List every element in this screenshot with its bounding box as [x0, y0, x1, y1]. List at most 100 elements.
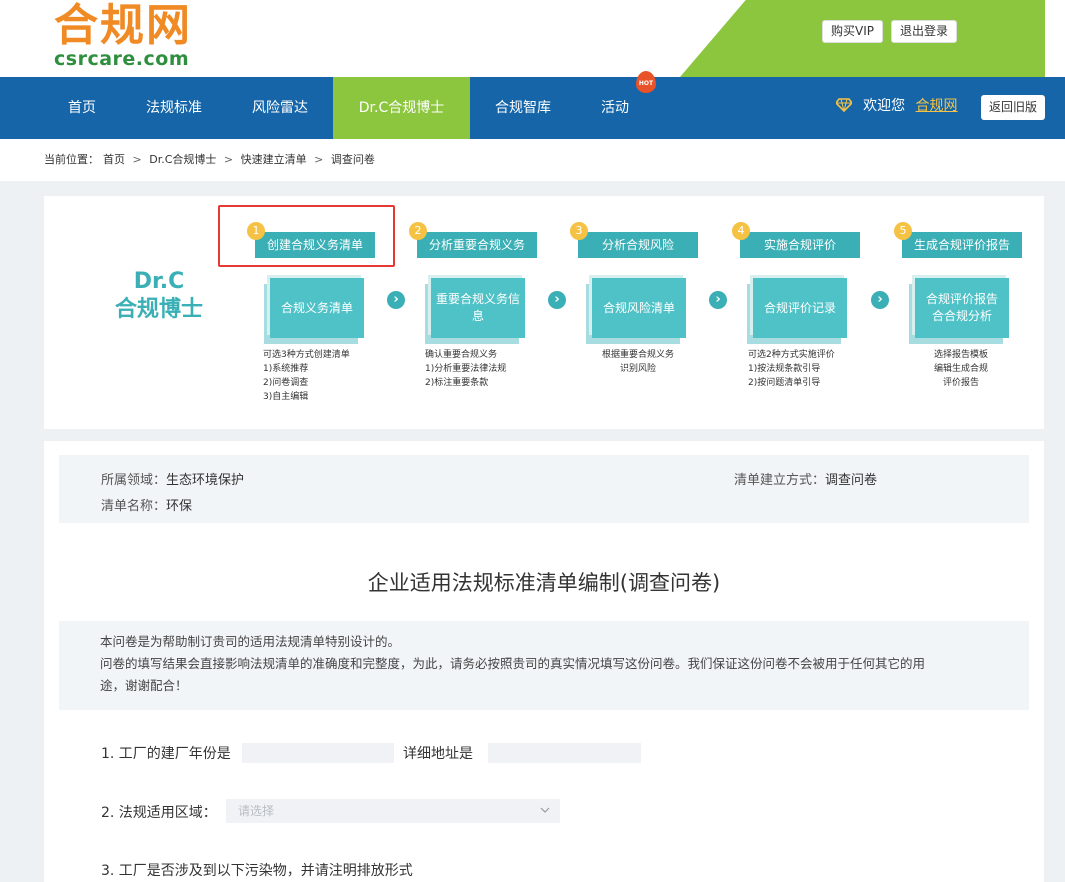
breadcrumb-separator: > — [132, 153, 142, 166]
current-step-highlight — [218, 205, 395, 267]
step-4-desc-line: 1)按法规条款引导 — [748, 364, 821, 374]
step-5-title: 生成合规评价报告 — [913, 238, 1010, 252]
questionnaire-title: 企业适用法规标准清单编制(调查问卷) — [367, 571, 721, 595]
step-1-document: 合规义务清单 — [270, 278, 364, 338]
buy-vip-button[interactable]: 购买VIP — [822, 20, 883, 43]
drc-brand-line2: 合规博士 — [114, 297, 203, 322]
intro-line: 问卷的填写结果会直接影响法规清单的准确度和完整度，为此，请务必按照贵司的真实情况… — [100, 656, 926, 671]
drc-brand: Dr.C 合规博士 — [104, 268, 214, 324]
site-header: 合规网 csrcare.com 购买VIP 退出登录 — [0, 0, 1065, 77]
nav-item-events[interactable]: 活动 HOT — [592, 71, 656, 139]
questionnaire-intro: 本问卷是为帮助制订贵司的适用法规清单特别设计的。 问卷的填写结果会直接影响法规清… — [59, 621, 1029, 710]
step-3-number: 3 — [570, 222, 588, 240]
step-5-number: 5 — [894, 222, 912, 240]
breadcrumb-item-quick-list[interactable]: 快速建立清单 — [241, 153, 307, 166]
step-2-title: 分析重要合规义务 — [428, 238, 525, 252]
meta-domain-label: 所属领域： — [101, 473, 167, 488]
meta-name-label: 清单名称： — [101, 499, 167, 514]
step-5-desc-line: 选择报告模板 — [934, 350, 989, 360]
diamond-icon — [834, 95, 857, 114]
step-3-description: 根据重要合规义务 识别风险 — [602, 348, 674, 376]
chevron-right-icon: › — [548, 291, 566, 309]
nav-item-risk-radar[interactable]: 风险雷达 — [238, 77, 322, 139]
breadcrumb-item-survey: 调查问卷 — [330, 153, 375, 166]
chevron-right-icon: › — [387, 291, 405, 309]
intro-line: 途，谢谢配合！ — [100, 678, 188, 693]
meta-name: 清单名称：环保 — [101, 495, 192, 514]
meta-method: 清单建立方式：调查问卷 — [734, 469, 877, 488]
step-5-desc-line: 编辑生成合规 — [934, 364, 989, 374]
meta-domain: 所属领域：生态环境保护 — [101, 469, 244, 488]
meta-method-label: 清单建立方式： — [734, 473, 826, 488]
meta-domain-value: 生态环境保护 — [166, 473, 245, 488]
list-meta-panel: 所属领域：生态环境保护 清单建立方式：调查问卷 清单名称：环保 — [59, 455, 1029, 523]
drc-brand-line1: Dr.C — [133, 269, 185, 294]
question-3-label: 3. 工厂是否涉及到以下污染物，并请注明排放形式 — [101, 863, 413, 879]
step-5-doc-line: 合规评价报告 — [925, 292, 998, 306]
step-1-desc-line: 可选3种方式创建清单 — [263, 350, 350, 360]
chevron-down-icon — [540, 799, 550, 823]
nav-item-home[interactable]: 首页 — [44, 77, 120, 139]
breadcrumb-separator: > — [314, 153, 324, 166]
hot-badge: HOT — [636, 71, 656, 93]
chevron-right-icon: › — [871, 291, 889, 309]
question-2-label: 2. 法规适用区域： — [101, 805, 217, 821]
address-label: 详细地址是 — [403, 746, 473, 762]
step-4-number: 4 — [732, 222, 750, 240]
step-1-desc-line: 1)系统推荐 — [263, 364, 309, 374]
step-3-title: 分析合规风险 — [601, 238, 674, 252]
step-1-desc-line: 2)问卷调查 — [263, 378, 309, 388]
meta-name-value: 环保 — [166, 499, 193, 514]
step-2-header[interactable]: 2 分析重要合规义务 — [409, 222, 537, 258]
nav-item-drc[interactable]: Dr.C合规博士 — [333, 77, 470, 139]
breadcrumb-item-drc[interactable]: Dr.C合规博士 — [149, 153, 216, 166]
step-5-desc-line: 评价报告 — [943, 378, 980, 388]
step-2-description: 确认重要合规义务 1)分析重要法律法规 2)标注重要条款 — [425, 348, 506, 390]
step-2-desc-line: 2)标注重要条款 — [425, 378, 489, 388]
region-select-placeholder: 请选择 — [238, 804, 275, 818]
step-2-desc-line: 确认重要合规义务 — [425, 350, 498, 360]
chevron-right-icon: › — [709, 291, 727, 309]
step-5-description: 选择报告模板 编辑生成合规 评价报告 — [934, 348, 988, 390]
old-version-button[interactable]: 返回旧版 — [981, 95, 1046, 120]
step-4-desc-line: 可选2种方式实施评价 — [748, 350, 835, 360]
breadcrumb-item-home[interactable]: 首页 — [103, 153, 125, 166]
logo-domain-text: csrcare.com — [54, 48, 190, 70]
step-4-header[interactable]: 4 实施合规评价 — [732, 222, 860, 258]
meta-method-value: 调查问卷 — [825, 473, 878, 488]
logout-button[interactable]: 退出登录 — [891, 20, 958, 43]
step-4-description: 可选2种方式实施评价 1)按法规条款引导 2)按问题清单引导 — [748, 348, 835, 390]
address-input[interactable] — [488, 743, 641, 763]
step-5-document: 合规评价报告 合合规分析 — [915, 278, 1009, 338]
username-link[interactable]: 合规网 — [916, 98, 958, 114]
nav-item-think-tank[interactable]: 合规智库 — [481, 77, 565, 139]
nav-item-regulations[interactable]: 法规标准 — [132, 77, 216, 139]
welcome-text: 欢迎您 — [863, 98, 906, 114]
step-5-header[interactable]: 5 生成合规评价报告 — [894, 222, 1022, 258]
question-1-label: 1. 工厂的建厂年份是 — [101, 746, 231, 762]
build-year-input[interactable] — [242, 743, 394, 763]
region-select[interactable]: 请选择 — [226, 799, 560, 823]
step-3-desc-line: 识别风险 — [620, 364, 657, 374]
intro-line: 本问卷是为帮助制订贵司的适用法规清单特别设计的。 — [100, 634, 401, 649]
step-1-desc-line: 3)自主编辑 — [263, 392, 309, 402]
site-logo[interactable]: 合规网 csrcare.com — [54, 0, 192, 71]
nav-item-events-label: 活动 — [601, 100, 629, 116]
process-flow-card: Dr.C 合规博士 1 创建合规义务清单 合规义务清单 可选3种方式创建清单 1… — [44, 196, 1044, 429]
breadcrumb: 当前位置： 首页 > Dr.C合规博士 > 快速建立清单 > 调查问卷 — [0, 139, 1065, 181]
step-3-header[interactable]: 3 分析合规风险 — [570, 222, 698, 258]
step-2-desc-line: 1)分析重要法律法规 — [425, 364, 507, 374]
step-1-description: 可选3种方式创建清单 1)系统推荐 2)问卷调查 3)自主编辑 — [263, 348, 350, 404]
step-3-desc-line: 根据重要合规义务 — [602, 350, 675, 360]
breadcrumb-prefix: 当前位置： — [44, 153, 99, 166]
breadcrumb-separator: > — [223, 153, 234, 166]
step-4-document: 合规评价记录 — [753, 278, 847, 338]
step-2-document: 重要合规义务信息 — [431, 278, 525, 338]
step-5-doc-line: 合合规分析 — [931, 309, 992, 323]
step-2-number: 2 — [409, 222, 427, 240]
questionnaire-card: 所属领域：生态环境保护 清单建立方式：调查问卷 清单名称：环保 企业适用法规标准… — [44, 441, 1044, 882]
welcome-area: 欢迎您 合规网 — [834, 95, 958, 115]
step-4-title: 实施合规评价 — [763, 238, 836, 252]
step-3-document: 合规风险清单 — [592, 278, 686, 338]
logo-chinese-text: 合规网 — [54, 0, 192, 51]
